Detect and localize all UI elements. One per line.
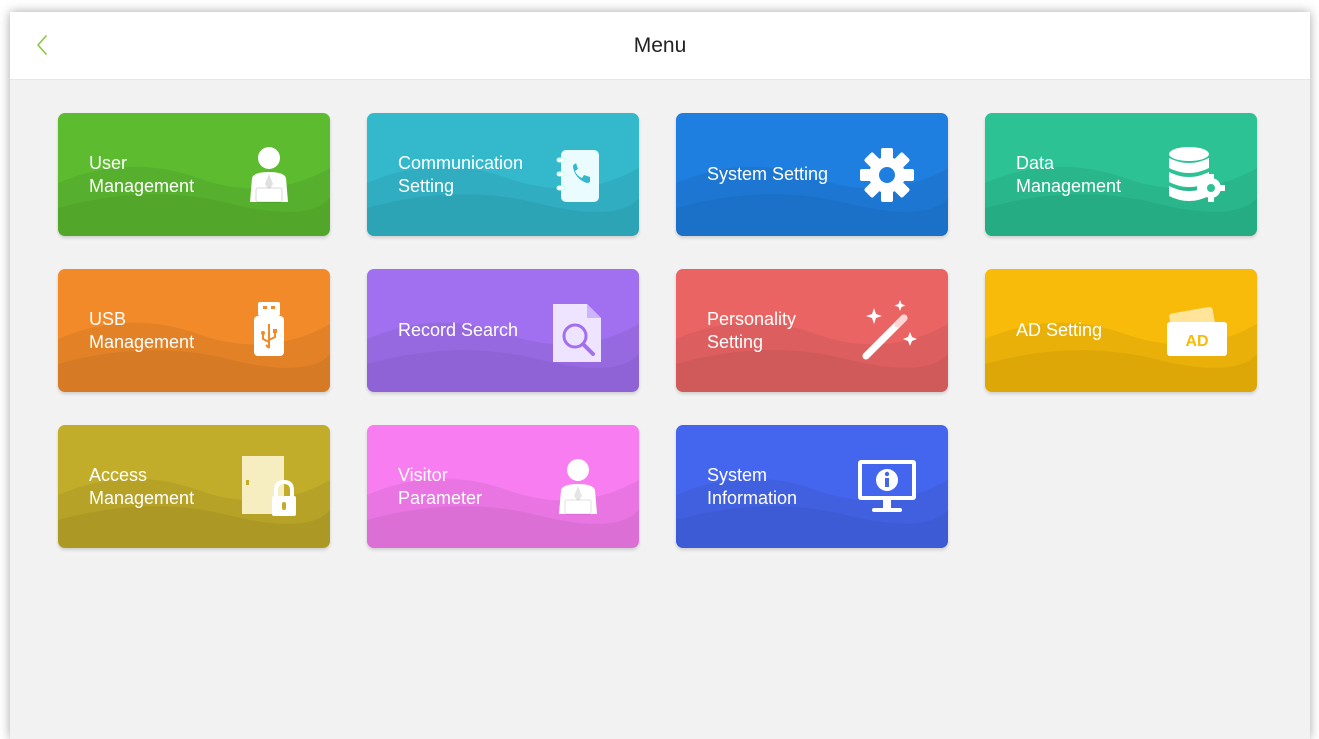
tile-user-management[interactable]: User Management: [58, 113, 330, 236]
tile-label-line: Parameter: [398, 487, 483, 508]
tile-label: AD Setting: [1016, 269, 1176, 392]
tile-label: System Setting: [707, 113, 867, 236]
tile-label-line: Setting: [398, 175, 455, 196]
tile-data-management[interactable]: Data Management: [985, 113, 1257, 236]
usb-drive-icon: [234, 296, 304, 366]
door-lock-icon: [234, 452, 304, 522]
tile-label-line: USB: [89, 308, 127, 329]
tile-system-information[interactable]: System Information: [676, 425, 948, 548]
tile-label-line: Access: [89, 464, 148, 485]
tile-label: Communication Setting: [398, 113, 558, 236]
tile-label-line: System Setting: [707, 164, 829, 184]
tile-personality-setting[interactable]: Personality Setting: [676, 269, 948, 392]
tile-label-line: Visitor: [398, 464, 448, 485]
tile-usb-management[interactable]: USB Management: [58, 269, 330, 392]
device-screen: Menu User Management Communication Setting S…: [10, 12, 1310, 739]
tile-label-line: Management: [89, 487, 195, 508]
top-bar: Menu: [10, 12, 1310, 80]
ad-card-icon: AD: [1161, 296, 1231, 366]
tile-access-management[interactable]: Access Management: [58, 425, 330, 548]
page-title: Menu: [633, 34, 687, 57]
tile-label: USB Management: [89, 269, 249, 392]
tile-label: System Information: [707, 425, 867, 548]
tile-label-line: Management: [89, 331, 195, 352]
monitor-info-icon: [852, 452, 922, 522]
tile-label-line: User: [89, 152, 128, 173]
tile-label-line: System: [707, 464, 768, 485]
tile-record-search[interactable]: Record Search: [367, 269, 639, 392]
tile-visitor-parameter[interactable]: Visitor Parameter: [367, 425, 639, 548]
tile-label-line: Personality: [707, 308, 797, 329]
tile-ad-setting[interactable]: AD Setting AD: [985, 269, 1257, 392]
tile-label: Access Management: [89, 425, 249, 548]
tile-label: Visitor Parameter: [398, 425, 558, 548]
phonebook-icon: [543, 140, 613, 210]
tile-label: User Management: [89, 113, 249, 236]
svg-text:AD: AD: [1185, 333, 1208, 350]
tile-label-line: Information: [707, 487, 798, 508]
user-icon: [234, 140, 304, 210]
tile-system-setting[interactable]: System Setting: [676, 113, 948, 236]
tile-label: Data Management: [1016, 113, 1176, 236]
database-gear-icon: [1161, 140, 1231, 210]
document-search-icon: [543, 296, 613, 366]
tile-label: Record Search: [398, 269, 558, 392]
tile-label-line: Data: [1016, 152, 1055, 173]
tile-label-line: Management: [89, 175, 195, 196]
visitor-icon: [543, 452, 613, 522]
tile-communication-setting[interactable]: Communication Setting: [367, 113, 639, 236]
tile-label: Personality Setting: [707, 269, 867, 392]
tile-label-line: Record Search: [398, 320, 519, 340]
tile-label-line: Management: [1016, 175, 1122, 196]
tile-label-line: Communication: [398, 152, 524, 173]
gear-icon: [852, 140, 922, 210]
tile-label-line: Setting: [707, 331, 764, 352]
tile-label-line: AD Setting: [1016, 320, 1103, 340]
magic-wand-icon: [852, 296, 922, 366]
